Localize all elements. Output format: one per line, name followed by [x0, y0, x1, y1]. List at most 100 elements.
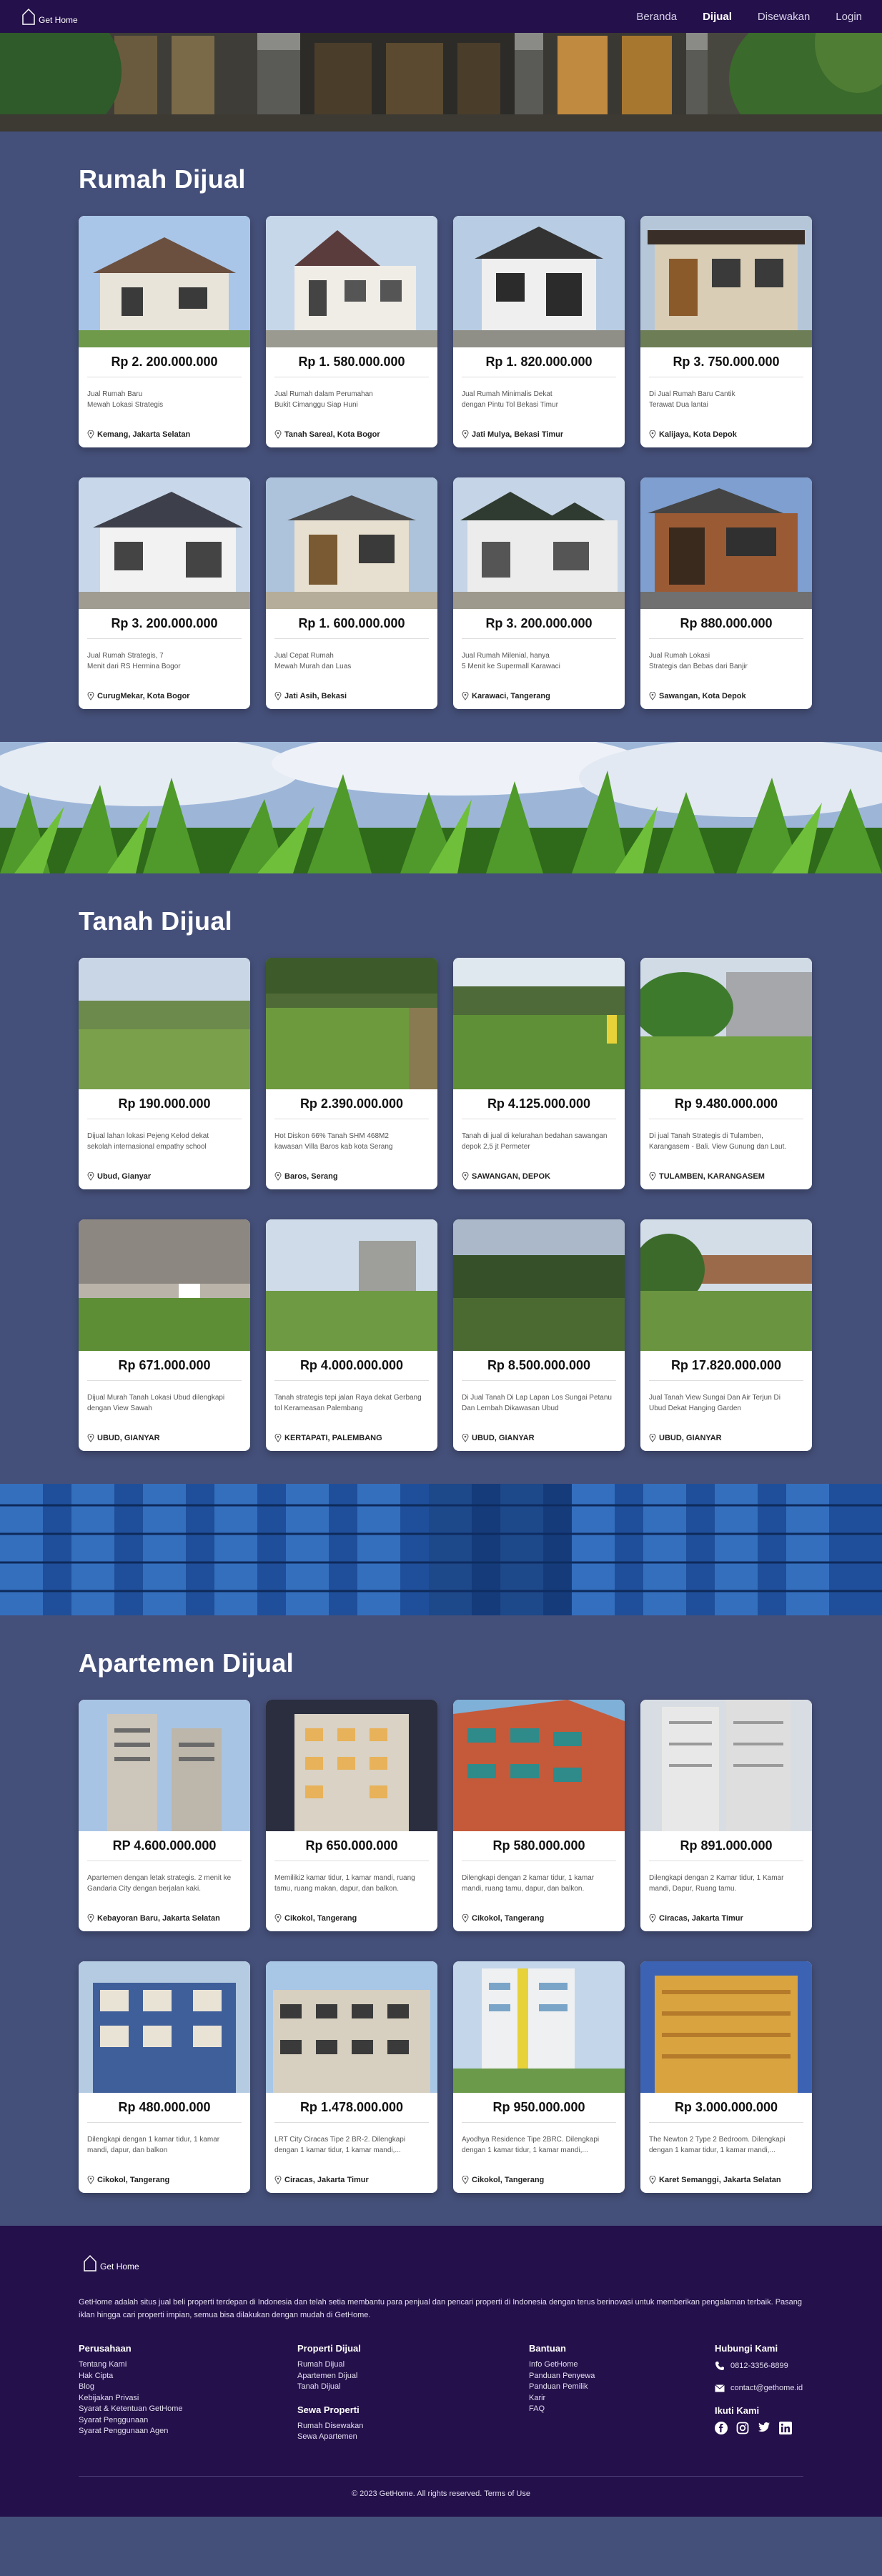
property-card[interactable]: Rp 580.000.000 Dilengkapi dengan 2 kamar…: [453, 1700, 625, 1931]
property-card[interactable]: Rp 480.000.000 Dilengkapi dengan 1 kamar…: [79, 1961, 250, 2193]
property-card[interactable]: Rp 950.000.000 Ayodhya Residence Tipe 2B…: [453, 1961, 625, 2193]
property-price: Rp 17.820.000.000: [649, 1357, 803, 1381]
linkedin-icon[interactable]: [779, 2422, 792, 2438]
property-price: Rp 891.000.000: [649, 1837, 803, 1861]
property-card[interactable]: Rp 190.000.000 Dijual lahan lokasi Pejen…: [79, 958, 250, 1189]
property-card[interactable]: Rp 3. 750.000.000 Di Jual Rumah Baru Can…: [640, 216, 812, 447]
footer-col-hubungi: Hubungi Kami 0812-3356-8899 contact@geth…: [715, 2343, 803, 2443]
land-photo: [266, 1219, 437, 1351]
email-icon: [715, 2384, 725, 2392]
property-card[interactable]: Rp 671.000.000 Dijual Murah Tanah Lokasi…: [79, 1219, 250, 1451]
property-location: Kemang, Jakarta Selatan: [87, 430, 242, 440]
location-pin-icon: [649, 430, 656, 439]
property-description: Dijual Murah Tanah Lokasi Ubud dilengkap…: [87, 1394, 225, 1412]
footer-link[interactable]: Rumah Dijual: [297, 2359, 529, 2371]
house-photo: [79, 477, 250, 609]
property-card[interactable]: Rp 3. 200.000.000 Jual Rumah Milenial, h…: [453, 477, 625, 709]
property-card[interactable]: Rp 891.000.000 Dilengkapi dengan 2 Kamar…: [640, 1700, 812, 1931]
property-description: Di Jual Tanah Di Lap Lapan Los Sungai Pe…: [462, 1394, 612, 1412]
footer-link[interactable]: Syarat & Ketentuan GetHome: [79, 2404, 297, 2415]
footer-link[interactable]: Karir: [529, 2393, 715, 2404]
property-location: Karawaci, Tangerang: [462, 692, 616, 702]
footer-logo[interactable]: Get Home: [83, 2254, 803, 2272]
property-card[interactable]: Rp 8.500.000.000 Di Jual Tanah Di Lap La…: [453, 1219, 625, 1451]
property-card[interactable]: Rp 880.000.000 Jual Rumah Lokasi Strategi…: [640, 477, 812, 709]
footer-link[interactable]: Panduan Pemilik: [529, 2382, 715, 2393]
footer-link[interactable]: Rumah Disewakan: [297, 2421, 529, 2432]
footer-link[interactable]: Panduan Penyewa: [529, 2371, 715, 2382]
footer-link[interactable]: Tanah Dijual: [297, 2382, 529, 2393]
property-card[interactable]: Rp 2.390.000.000 Hot Diskon 66% Tanah SH…: [266, 958, 437, 1189]
property-description: Di jual Tanah Strategis di Tulamben, Kara…: [649, 1132, 787, 1151]
footer-link[interactable]: Kebijakan Privasi: [79, 2393, 297, 2404]
property-description: Jual Tanah View Sungai Dan Air Terjun Di…: [649, 1394, 781, 1412]
property-description: Dijual lahan lokasi Pejeng Kelod dekat se…: [87, 1132, 209, 1151]
brand-logo[interactable]: Get Home: [21, 8, 78, 25]
property-card[interactable]: RP 4.600.000.000 Apartemen dengan letak …: [79, 1700, 250, 1931]
property-card[interactable]: Rp 9.480.000.000 Di jual Tanah Strategis…: [640, 958, 812, 1189]
footer-link[interactable]: Hak Cipta: [79, 2371, 297, 2382]
footer-link[interactable]: FAQ: [529, 2404, 715, 2415]
land-photo: [453, 1219, 625, 1351]
property-price: Rp 3. 200.000.000: [462, 615, 616, 639]
property-card[interactable]: Rp 3. 200.000.000 Jual Rumah Strategis, …: [79, 477, 250, 709]
footer-link[interactable]: Apartemen Dijual: [297, 2371, 529, 2382]
location-pin-icon: [462, 692, 469, 700]
property-card[interactable]: Rp 17.820.000.000 Jual Tanah View Sungai…: [640, 1219, 812, 1451]
property-card[interactable]: Rp 3.000.000.000 The Newton 2 Type 2 Bed…: [640, 1961, 812, 2193]
apartment-photo: [79, 1961, 250, 2093]
house-photo: [640, 477, 812, 609]
property-location: UBUD, GIANYAR: [462, 1434, 616, 1444]
property-location: KERTAPATI, PALEMBANG: [274, 1434, 429, 1444]
house-photo: [266, 477, 437, 609]
property-location: Cikokol, Tangerang: [462, 1914, 616, 1924]
location-pin-icon: [274, 1172, 282, 1181]
property-description: The Newton 2 Type 2 Bedroom. Dilengkapi d…: [649, 2136, 786, 2154]
property-card[interactable]: Rp 4.125.000.000 Tanah di jual di kelura…: [453, 958, 625, 1189]
property-card[interactable]: Rp 1.478.000.000 LRT City Ciracas Tipe 2…: [266, 1961, 437, 2193]
section-title-apartemen: Apartemen Dijual: [79, 1648, 294, 1678]
twitter-icon[interactable]: [758, 2422, 770, 2438]
footer-link[interactable]: Syarat Penggunaan: [79, 2415, 297, 2427]
property-location: Ciracas, Jakarta Timur: [649, 1914, 803, 1924]
property-card[interactable]: Rp 1. 580.000.000 Jual Rumah dalam Perum…: [266, 216, 437, 447]
social-links: [715, 2422, 803, 2438]
nav-beranda[interactable]: Beranda: [636, 11, 677, 23]
footer-link[interactable]: Blog: [79, 2382, 297, 2393]
contact-email[interactable]: contact@gethome.id: [715, 2384, 803, 2392]
apartment-photo: [453, 1961, 625, 2093]
property-card[interactable]: Rp 2. 200.000.000 Jual Rumah Baru Mewah L…: [79, 216, 250, 447]
property-price: Rp 4.000.000.000: [274, 1357, 429, 1381]
property-card[interactable]: Rp 4.000.000.000 Tanah strategis tepi ja…: [266, 1219, 437, 1451]
footer-link[interactable]: Sewa Apartemen: [297, 2432, 529, 2443]
property-location: Jati Mulya, Bekasi Timur: [462, 430, 616, 440]
nav-disewakan[interactable]: Disewakan: [758, 11, 810, 23]
instagram-icon[interactable]: [736, 2422, 749, 2438]
footer-link[interactable]: Syarat Penggunaan Agen: [79, 2426, 297, 2437]
property-location: Cikokol, Tangerang: [87, 2176, 242, 2186]
footer-heading: Bantuan: [529, 2343, 566, 2354]
property-card[interactable]: Rp 650.000.000 Memiliki2 kamar tidur, 1 …: [266, 1700, 437, 1931]
property-description: Dilengkapi dengan 1 kamar tidur, 1 kamar…: [87, 2136, 220, 2154]
nav-dijual[interactable]: Dijual: [703, 11, 732, 23]
property-price: Rp 1. 580.000.000: [274, 353, 429, 377]
footer-link[interactable]: Tentang Kami: [79, 2359, 297, 2371]
property-description: Hot Diskon 66% Tanah SHM 468M2 kawasan Vi…: [274, 1132, 393, 1151]
apartment-photo: [640, 1700, 812, 1831]
contact-phone[interactable]: 0812-3356-8899: [715, 2361, 803, 2371]
facebook-icon[interactable]: [715, 2422, 728, 2438]
property-description: Apartemen dengan letak strategis. 2 meni…: [87, 1874, 232, 1893]
nav-login[interactable]: Login: [836, 11, 862, 23]
location-pin-icon: [87, 1434, 94, 1442]
property-price: Rp 650.000.000: [274, 1837, 429, 1861]
property-price: Rp 190.000.000: [87, 1095, 242, 1119]
footer-link[interactable]: Info GetHome: [529, 2359, 715, 2371]
property-card[interactable]: Rp 1. 600.000.000 Jual Cepat Rumah Mewah …: [266, 477, 437, 709]
property-price: Rp 2.390.000.000: [274, 1095, 429, 1119]
property-price: Rp 671.000.000: [87, 1357, 242, 1381]
property-card[interactable]: Rp 1. 820.000.000 Jual Rumah Minimalis D…: [453, 216, 625, 447]
property-location: SAWANGAN, DEPOK: [462, 1172, 616, 1182]
property-description: Tanah strategis tepi jalan Raya dekat Ge…: [274, 1394, 422, 1412]
property-price: Rp 2. 200.000.000: [87, 353, 242, 377]
house-logo-icon: [84, 2254, 96, 2272]
